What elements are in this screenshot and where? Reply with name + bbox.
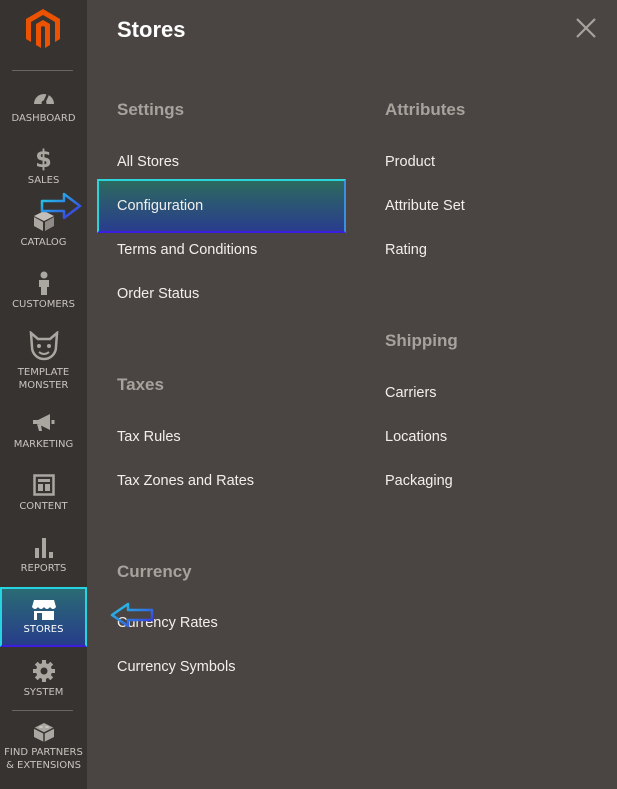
- sidebar-item-label: CUSTOMERS: [12, 299, 75, 310]
- link-tax-zones-and-rates[interactable]: Tax Zones and Rates: [117, 473, 254, 489]
- sidebar-item-marketing[interactable]: MARKETING: [0, 408, 87, 470]
- speedometer-icon: [24, 82, 64, 112]
- sidebar-item-content[interactable]: CONTENT: [0, 470, 87, 532]
- sidebar-item-template-monster[interactable]: TEMPLATE MONSTER: [0, 326, 87, 396]
- section-title-taxes: Taxes: [117, 375, 164, 394]
- bar-chart-icon: [24, 532, 64, 562]
- link-product[interactable]: Product: [385, 154, 435, 170]
- section-title-shipping: Shipping: [385, 331, 458, 350]
- sidebar-item-label: DASHBOARD: [11, 113, 76, 124]
- sidebar-item-label: STORES: [23, 624, 64, 635]
- link-currency-symbols[interactable]: Currency Symbols: [117, 659, 235, 675]
- sidebar-item-label: TEMPLATE MONSTER: [17, 367, 70, 391]
- person-icon: [24, 268, 64, 298]
- sidebar-item-label: MARKETING: [13, 439, 74, 450]
- section-title-settings: Settings: [117, 100, 185, 119]
- link-all-stores[interactable]: All Stores: [117, 154, 179, 170]
- layout-icon: [24, 470, 64, 500]
- link-locations[interactable]: Locations: [385, 429, 447, 445]
- link-rating[interactable]: Rating: [385, 242, 427, 258]
- sidebar-item-label: SALES: [27, 175, 60, 186]
- sidebar-item-label: REPORTS: [20, 563, 67, 574]
- link-order-status[interactable]: Order Status: [117, 286, 199, 302]
- sidebar-divider: [12, 710, 73, 711]
- section-title-currency: Currency: [117, 562, 192, 581]
- gear-icon: [24, 656, 64, 686]
- sidebar-item-label: CONTENT: [19, 501, 68, 512]
- link-attribute-set[interactable]: Attribute Set: [385, 198, 465, 214]
- sidebar-item-label: FIND PARTNERS & EXTENSIONS: [4, 747, 83, 771]
- link-tax-rules[interactable]: Tax Rules: [117, 429, 181, 445]
- link-terms-and-conditions[interactable]: Terms and Conditions: [117, 242, 257, 258]
- magento-logo-icon[interactable]: [24, 8, 62, 50]
- sidebar-divider: [12, 70, 73, 71]
- sidebar-item-system[interactable]: SYSTEM: [0, 656, 87, 718]
- close-icon[interactable]: [575, 17, 597, 39]
- storefront-icon: [24, 597, 64, 623]
- sidebar-item-stores[interactable]: STORES: [0, 587, 87, 647]
- dollar-icon: $: [35, 145, 52, 173]
- sidebar-item-reports[interactable]: REPORTS: [0, 532, 87, 594]
- link-packaging[interactable]: Packaging: [385, 473, 453, 489]
- lego-brick-icon: [24, 718, 64, 746]
- sidebar-item-customers[interactable]: CUSTOMERS: [0, 268, 87, 330]
- sidebar-item-find-partners[interactable]: FIND PARTNERS & EXTENSIONS: [0, 718, 87, 788]
- megaphone-icon: [24, 408, 64, 438]
- sidebar-item-label: SYSTEM: [23, 687, 64, 698]
- link-configuration[interactable]: Configuration: [117, 198, 203, 214]
- section-title-attributes: Attributes: [385, 100, 466, 119]
- admin-sidebar: DASHBOARD $ SALES CATALOG CUSTOMERS TEMP…: [0, 0, 87, 789]
- sidebar-item-label: CATALOG: [20, 237, 67, 248]
- monster-icon: [24, 326, 64, 366]
- link-carriers[interactable]: Carriers: [385, 385, 437, 401]
- sidebar-item-dashboard[interactable]: DASHBOARD: [0, 82, 87, 144]
- stores-flyout-panel: Stores Settings All Stores Configuration…: [87, 0, 617, 789]
- arrow-left-icon: [110, 602, 154, 628]
- arrow-right-icon: [40, 192, 82, 220]
- panel-title: Stores: [117, 17, 186, 42]
